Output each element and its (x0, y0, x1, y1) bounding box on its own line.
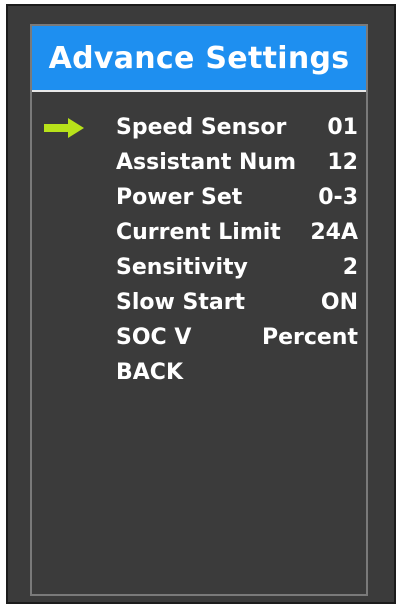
menu-item-value: 01 (327, 115, 358, 140)
menu-item-label: Speed Sensor (116, 115, 287, 140)
menu-item-label: Slow Start (116, 290, 246, 315)
menu-item-label: SOC V (116, 325, 192, 350)
menu-item-current-limit[interactable]: Current Limit 24A (32, 215, 366, 250)
settings-panel: Advance Settings Speed Sensor 01 Assista… (30, 24, 368, 596)
menu-item-value: 24A (310, 220, 358, 245)
menu-item-slow-start[interactable]: Slow Start ON (32, 285, 366, 320)
menu-item-sensitivity[interactable]: Sensitivity 2 (32, 250, 366, 285)
display-screen: Advance Settings Speed Sensor 01 Assista… (6, 4, 396, 604)
menu-item-value: Percent (261, 325, 358, 350)
menu-item-label: Current Limit (116, 220, 281, 245)
title-bar: Advance Settings (32, 26, 366, 92)
menu-item-label: BACK (116, 360, 183, 385)
page-title: Advance Settings (48, 40, 350, 76)
menu-item-power-set[interactable]: Power Set 0-3 (32, 180, 366, 215)
menu-item-label: Sensitivity (116, 255, 248, 280)
menu-item-value: ON (320, 290, 358, 315)
menu-item-speed-sensor[interactable]: Speed Sensor 01 (32, 110, 366, 145)
menu-item-value: 12 (327, 150, 358, 175)
menu-item-value: 2 (342, 255, 358, 280)
menu-item-assistant-num[interactable]: Assistant Num 12 (32, 145, 366, 180)
arrow-right-icon (44, 118, 84, 138)
menu-item-soc-v[interactable]: SOC V Percent (32, 320, 366, 355)
menu-item-value: 0-3 (318, 185, 358, 210)
menu-item-back[interactable]: BACK (32, 355, 366, 390)
settings-menu: Speed Sensor 01 Assistant Num 12 Power S… (32, 110, 366, 390)
menu-item-label: Assistant Num (116, 150, 297, 175)
menu-item-label: Power Set (116, 185, 243, 210)
